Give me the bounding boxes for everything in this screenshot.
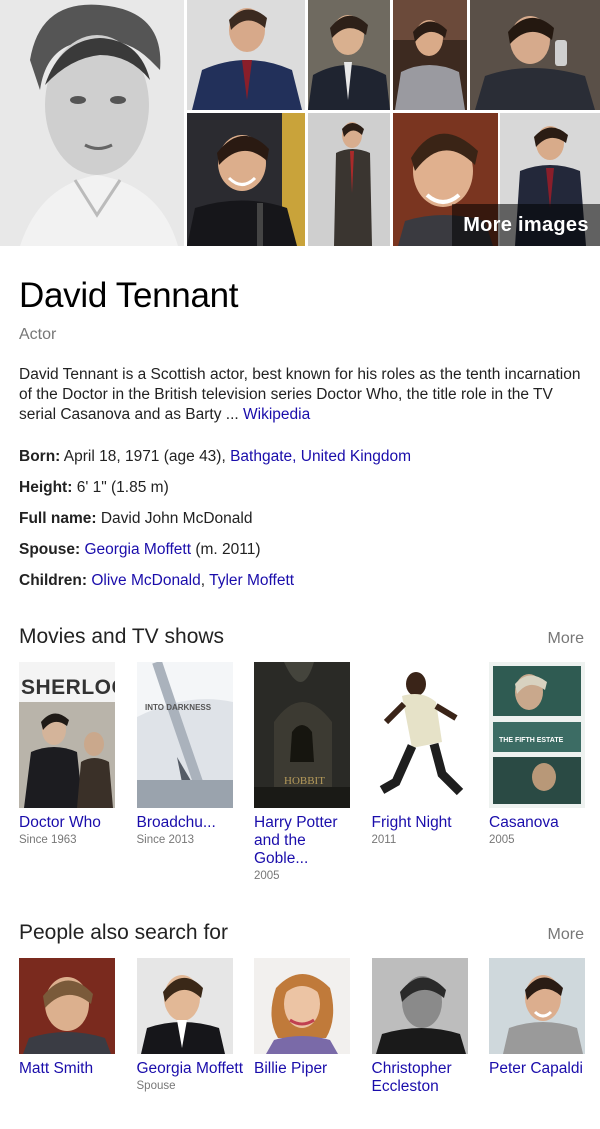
movie-year: 2011 — [371, 834, 397, 846]
spouse-link[interactable]: Georgia Moffett — [84, 541, 191, 558]
entity-description: David Tennant is a Scottish actor, best … — [19, 365, 584, 425]
movie-year: Since 1963 — [19, 834, 77, 846]
movie-title[interactable]: Casanova — [489, 814, 599, 832]
poster-text-hobbit: HOBBIT — [284, 775, 325, 787]
fact-born: Born: April 18, 1971 (age 43), Bathgate,… — [19, 447, 589, 478]
image-thumb-5[interactable] — [187, 113, 305, 246]
person-relation: Spouse — [136, 1080, 176, 1092]
movie-poster — [371, 662, 468, 808]
movie-card[interactable]: HOBBIT Harry Potter and the Goble... 200… — [254, 662, 372, 882]
fact-value: David John McDonald — [100, 510, 253, 527]
person-name[interactable]: Matt Smith — [19, 1060, 129, 1078]
person-photo — [254, 958, 350, 1054]
person-name[interactable]: Christopher Eccleston — [372, 1060, 482, 1096]
fact-spouse: Spouse: Georgia Moffett (m. 2011) — [19, 540, 589, 571]
fact-height: Height: 6' 1" (1.85 m) — [19, 478, 589, 509]
person-name[interactable]: Billie Piper — [254, 1060, 364, 1078]
entity-title: David Tennant — [19, 276, 239, 315]
people-section-header: People also search for More — [19, 921, 584, 945]
people-more-link[interactable]: More — [548, 926, 584, 944]
fact-label: Spouse: — [19, 541, 81, 558]
image-thumb-1[interactable] — [187, 0, 305, 110]
person-card[interactable]: Peter Capaldi — [489, 958, 600, 1098]
movie-card[interactable]: THE FIFTH ESTATE Casanova 2005 — [489, 662, 600, 882]
fact-value: April 18, 1971 (age 43), — [63, 448, 231, 465]
person-photo — [19, 958, 115, 1054]
person-name[interactable]: Peter Capaldi — [489, 1060, 599, 1078]
movies-section-title: Movies and TV shows — [19, 625, 225, 648]
poster-text-sherlock: SHERLOC — [21, 676, 115, 699]
fact-label: Born: — [19, 448, 61, 465]
movies-carousel: SHERLOC Doctor Who Since 1963 INTO DARKN… — [19, 662, 600, 882]
image-thumb-3[interactable] — [393, 0, 467, 110]
image-strip: More images — [0, 0, 600, 246]
movie-year: 2005 — [254, 870, 280, 882]
fact-children: Children: Olive McDonald, Tyler Moffett — [19, 571, 589, 602]
person-photo — [136, 958, 233, 1054]
movie-year: Since 2013 — [136, 834, 195, 846]
fact-label: Full name: — [19, 510, 97, 527]
movie-title[interactable]: Harry Potter and the Goble... — [254, 814, 364, 868]
person-card[interactable]: Christopher Eccleston — [371, 958, 490, 1098]
image-thumb-2[interactable] — [308, 0, 390, 110]
child-link-2[interactable]: Tyler Moffett — [209, 572, 294, 589]
people-section-title: People also search for — [19, 921, 228, 944]
movies-section-header: Movies and TV shows More — [19, 625, 584, 649]
movie-title[interactable]: Broadchu... — [137, 814, 247, 832]
entity-type: Actor — [19, 326, 57, 343]
fact-separator: , — [200, 572, 210, 589]
movie-title[interactable]: Fright Night — [372, 814, 482, 832]
person-name[interactable]: Georgia Moffett — [137, 1060, 247, 1078]
fact-label: Height: — [19, 479, 73, 496]
movie-card[interactable]: Fright Night 2011 — [371, 662, 490, 882]
image-thumb-6[interactable] — [308, 113, 390, 246]
people-carousel: Matt Smith Georgia Moffett Spouse Billie… — [19, 958, 600, 1098]
poster-text-fifth-estate: THE FIFTH ESTATE — [499, 737, 564, 744]
person-card[interactable]: Billie Piper — [254, 958, 372, 1098]
movie-poster: HOBBIT — [254, 662, 350, 808]
more-images-button[interactable]: More images — [452, 204, 600, 246]
person-card[interactable]: Matt Smith — [19, 958, 137, 1098]
movie-title[interactable]: Doctor Who — [19, 814, 129, 832]
movie-card[interactable]: SHERLOC Doctor Who Since 1963 — [19, 662, 137, 882]
movie-year: 2005 — [489, 834, 515, 846]
wikipedia-link[interactable]: Wikipedia — [243, 406, 310, 423]
fact-label: Children: — [19, 572, 88, 589]
movie-poster: THE FIFTH ESTATE — [489, 662, 585, 808]
movies-more-link[interactable]: More — [548, 630, 584, 648]
person-card[interactable]: Georgia Moffett Spouse — [136, 958, 255, 1098]
image-thumb-4[interactable] — [470, 0, 600, 110]
birthplace-link[interactable]: Bathgate, United Kingdom — [230, 448, 411, 465]
person-photo — [371, 958, 468, 1054]
main-portrait-image[interactable] — [0, 0, 184, 246]
movie-card[interactable]: INTO DARKNESS Broadchu... Since 2013 — [136, 662, 255, 882]
child-link-1[interactable]: Olive McDonald — [91, 572, 200, 589]
facts-list: Born: April 18, 1971 (age 43), Bathgate,… — [19, 447, 589, 602]
movie-poster: SHERLOC — [19, 662, 115, 808]
fact-value: (m. 2011) — [191, 541, 261, 558]
poster-text-star-trek: INTO DARKNESS — [145, 703, 212, 712]
movie-poster: INTO DARKNESS — [136, 662, 233, 808]
person-photo — [489, 958, 585, 1054]
fact-value: 6' 1" (1.85 m) — [76, 479, 169, 496]
fact-full-name: Full name: David John McDonald — [19, 509, 589, 540]
